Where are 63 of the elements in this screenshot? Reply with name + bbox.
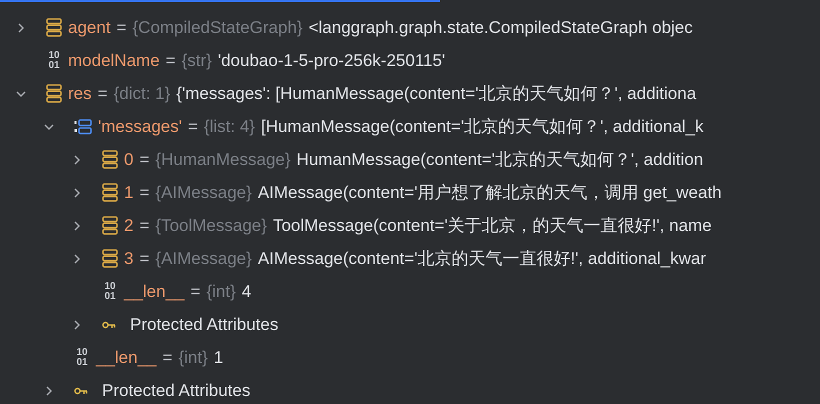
equals-sign: =: [162, 346, 172, 369]
variable-name: 1: [124, 182, 134, 204]
stack-icon: [102, 150, 118, 169]
equals-sign: =: [139, 214, 150, 237]
protected-attributes-label[interactable]: Protected Attributes: [102, 378, 250, 404]
variable-value: AIMessage(content='北京的天气一直很好!', additional_kwar: [258, 248, 706, 270]
variable-type: {ToolMessage}: [155, 214, 267, 237]
equals-sign: =: [98, 82, 108, 105]
variable-type: {AIMessage}: [155, 248, 252, 270]
equals-sign: =: [139, 148, 150, 171]
protected-attributes-label[interactable]: Protected Attributes: [130, 312, 278, 338]
variable-type: {list: 4}: [204, 116, 255, 138]
variable-type: {int}: [178, 346, 208, 369]
equals-sign: =: [116, 16, 126, 39]
variable-name: __len__: [124, 280, 185, 303]
numbered-list-icon: [74, 118, 92, 134]
expand-chevron-icon[interactable]: [44, 386, 54, 396]
variable-value: 1: [214, 346, 224, 369]
variable-name: modelName: [68, 50, 160, 72]
equals-sign: =: [188, 116, 198, 138]
variable-value: [HumanMessage(content='北京的天气如何？', additional_k: [260, 116, 704, 138]
stack-icon: [46, 84, 62, 103]
variable-value: AIMessage(content='用户想了解北京的天气，调用 get_weath: [258, 182, 722, 204]
variable-value: {'messages': [HumanMessage(content='北京的天气如何？', additiona: [176, 82, 696, 105]
variable-type: {dict: 1}: [114, 82, 170, 105]
expand-chevron-icon[interactable]: [72, 220, 82, 230]
collapse-chevron-icon[interactable]: [16, 88, 26, 98]
variable-type: {str}: [182, 50, 212, 72]
key-icon: [74, 386, 88, 394]
expand-chevron-icon[interactable]: [16, 22, 26, 32]
expand-chevron-icon[interactable]: [72, 188, 82, 198]
collapse-chevron-icon[interactable]: [44, 122, 54, 132]
equals-sign: =: [166, 50, 176, 72]
key-icon: [102, 320, 116, 328]
variable-value: <langgraph.graph.state.CompiledStateGraph objec: [308, 16, 693, 39]
equals-sign: =: [139, 248, 150, 270]
equals-sign: =: [190, 280, 200, 303]
variable-name: __len__: [96, 346, 157, 369]
stack-icon: [102, 249, 118, 268]
variable-type: {CompiledStateGraph}: [132, 16, 303, 39]
stack-icon: [102, 183, 118, 202]
variable-value: ToolMessage(content='关于北京，的天气一直很好!', name: [272, 214, 712, 237]
binary-icon: 10 01: [102, 282, 118, 302]
variable-name: 2: [124, 214, 134, 237]
variable-type: {AIMessage}: [155, 182, 252, 204]
variable-value: 'doubao-1-5-pro-256k-250115': [218, 50, 446, 72]
equals-sign: =: [139, 182, 150, 204]
variable-name: 'messages': [98, 116, 182, 138]
variable-name: 0: [124, 148, 134, 171]
variable-value: 4: [242, 280, 252, 303]
binary-icon: 10 01: [74, 348, 90, 368]
variable-name: res: [68, 82, 92, 105]
variable-name: 3: [124, 248, 134, 270]
variable-value: HumanMessage(content='北京的天气如何？', addition: [296, 148, 704, 171]
expand-chevron-icon[interactable]: [72, 320, 82, 330]
stack-icon: [102, 216, 118, 235]
variable-name: agent: [68, 16, 111, 39]
variable-type: {HumanMessage}: [155, 148, 291, 171]
variable-type: {int}: [206, 280, 236, 303]
expand-chevron-icon[interactable]: [72, 254, 82, 264]
expand-chevron-icon[interactable]: [72, 154, 82, 164]
stack-icon: [46, 18, 62, 37]
binary-icon: 10 01: [46, 50, 62, 70]
